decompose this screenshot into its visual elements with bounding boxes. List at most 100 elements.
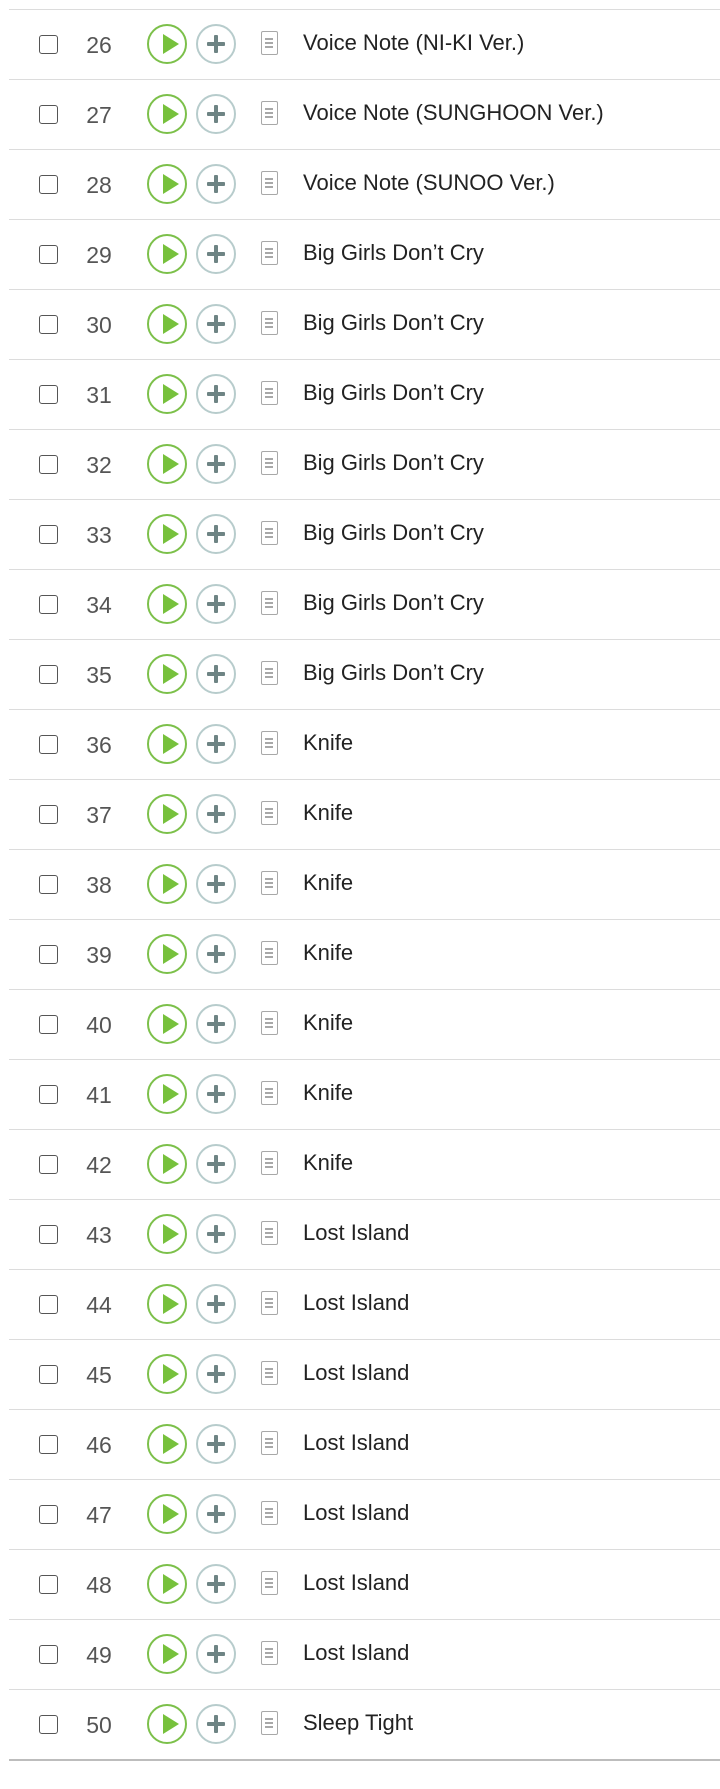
track-title[interactable]: Big Girls Don’t Cry — [303, 640, 484, 710]
play-icon[interactable] — [147, 444, 187, 484]
play-icon[interactable] — [147, 1704, 187, 1744]
document-icon[interactable] — [261, 31, 278, 55]
checkbox-icon[interactable] — [39, 735, 58, 754]
checkbox-icon[interactable] — [39, 1365, 58, 1384]
play-icon[interactable] — [147, 24, 187, 64]
track-title[interactable]: Lost Island — [303, 1410, 409, 1480]
plus-icon[interactable] — [196, 1214, 236, 1254]
checkbox-icon[interactable] — [39, 175, 58, 194]
plus-icon[interactable] — [196, 934, 236, 974]
plus-icon[interactable] — [196, 1074, 236, 1114]
plus-icon[interactable] — [196, 1004, 236, 1044]
play-icon[interactable] — [147, 794, 187, 834]
track-title[interactable]: Big Girls Don’t Cry — [303, 360, 484, 430]
play-icon[interactable] — [147, 584, 187, 624]
checkbox-icon[interactable] — [39, 1505, 58, 1524]
plus-icon[interactable] — [196, 1354, 236, 1394]
play-icon[interactable] — [147, 94, 187, 134]
document-icon[interactable] — [261, 871, 278, 895]
play-icon[interactable] — [147, 654, 187, 694]
plus-icon[interactable] — [196, 444, 236, 484]
plus-icon[interactable] — [196, 654, 236, 694]
play-icon[interactable] — [147, 1564, 187, 1604]
checkbox-icon[interactable] — [39, 945, 58, 964]
play-icon[interactable] — [147, 1494, 187, 1534]
play-icon[interactable] — [147, 864, 187, 904]
checkbox-icon[interactable] — [39, 385, 58, 404]
track-title[interactable]: Lost Island — [303, 1270, 409, 1340]
document-icon[interactable] — [261, 731, 278, 755]
checkbox-icon[interactable] — [39, 315, 58, 334]
plus-icon[interactable] — [196, 1424, 236, 1464]
play-icon[interactable] — [147, 724, 187, 764]
play-icon[interactable] — [147, 1074, 187, 1114]
play-icon[interactable] — [147, 1004, 187, 1044]
track-title[interactable]: Knife — [303, 990, 353, 1060]
play-icon[interactable] — [147, 514, 187, 554]
document-icon[interactable] — [261, 1641, 278, 1665]
track-title[interactable]: Lost Island — [303, 1340, 409, 1410]
checkbox-icon[interactable] — [39, 525, 58, 544]
checkbox-icon[interactable] — [39, 665, 58, 684]
checkbox-icon[interactable] — [39, 1575, 58, 1594]
track-title[interactable]: Knife — [303, 710, 353, 780]
play-icon[interactable] — [147, 1354, 187, 1394]
track-title[interactable]: Knife — [303, 920, 353, 990]
track-title[interactable]: Knife — [303, 780, 353, 850]
plus-icon[interactable] — [196, 304, 236, 344]
checkbox-icon[interactable] — [39, 1015, 58, 1034]
document-icon[interactable] — [261, 1011, 278, 1035]
play-icon[interactable] — [147, 304, 187, 344]
document-icon[interactable] — [261, 591, 278, 615]
document-icon[interactable] — [261, 1431, 278, 1455]
plus-icon[interactable] — [196, 1634, 236, 1674]
track-title[interactable]: Knife — [303, 1060, 353, 1130]
document-icon[interactable] — [261, 1571, 278, 1595]
checkbox-icon[interactable] — [39, 1645, 58, 1664]
checkbox-icon[interactable] — [39, 805, 58, 824]
checkbox-icon[interactable] — [39, 595, 58, 614]
track-title[interactable]: Lost Island — [303, 1620, 409, 1690]
checkbox-icon[interactable] — [39, 1225, 58, 1244]
checkbox-icon[interactable] — [39, 1435, 58, 1454]
document-icon[interactable] — [261, 171, 278, 195]
play-icon[interactable] — [147, 1144, 187, 1184]
track-title[interactable]: Knife — [303, 1130, 353, 1200]
plus-icon[interactable] — [196, 1704, 236, 1744]
play-icon[interactable] — [147, 374, 187, 414]
checkbox-icon[interactable] — [39, 875, 58, 894]
track-title[interactable]: Voice Note (SUNGHOON Ver.) — [303, 80, 604, 150]
document-icon[interactable] — [261, 1221, 278, 1245]
track-title[interactable]: Voice Note (NI-KI Ver.) — [303, 10, 524, 80]
checkbox-icon[interactable] — [39, 105, 58, 124]
plus-icon[interactable] — [196, 94, 236, 134]
track-title[interactable]: Voice Note (SUNOO Ver.) — [303, 150, 555, 220]
play-icon[interactable] — [147, 234, 187, 274]
plus-icon[interactable] — [196, 724, 236, 764]
track-title[interactable]: Lost Island — [303, 1200, 409, 1270]
checkbox-icon[interactable] — [39, 1295, 58, 1314]
track-title[interactable]: Sleep Tight — [303, 1690, 413, 1760]
checkbox-icon[interactable] — [39, 245, 58, 264]
plus-icon[interactable] — [196, 24, 236, 64]
plus-icon[interactable] — [196, 1564, 236, 1604]
document-icon[interactable] — [261, 941, 278, 965]
plus-icon[interactable] — [196, 1284, 236, 1324]
play-icon[interactable] — [147, 1634, 187, 1674]
document-icon[interactable] — [261, 101, 278, 125]
play-icon[interactable] — [147, 164, 187, 204]
document-icon[interactable] — [261, 1081, 278, 1105]
plus-icon[interactable] — [196, 864, 236, 904]
document-icon[interactable] — [261, 1151, 278, 1175]
checkbox-icon[interactable] — [39, 455, 58, 474]
document-icon[interactable] — [261, 1361, 278, 1385]
document-icon[interactable] — [261, 241, 278, 265]
track-title[interactable]: Lost Island — [303, 1550, 409, 1620]
plus-icon[interactable] — [196, 584, 236, 624]
plus-icon[interactable] — [196, 374, 236, 414]
track-title[interactable]: Big Girls Don’t Cry — [303, 500, 484, 570]
document-icon[interactable] — [261, 311, 278, 335]
checkbox-icon[interactable] — [39, 1715, 58, 1734]
play-icon[interactable] — [147, 1214, 187, 1254]
checkbox-icon[interactable] — [39, 35, 58, 54]
